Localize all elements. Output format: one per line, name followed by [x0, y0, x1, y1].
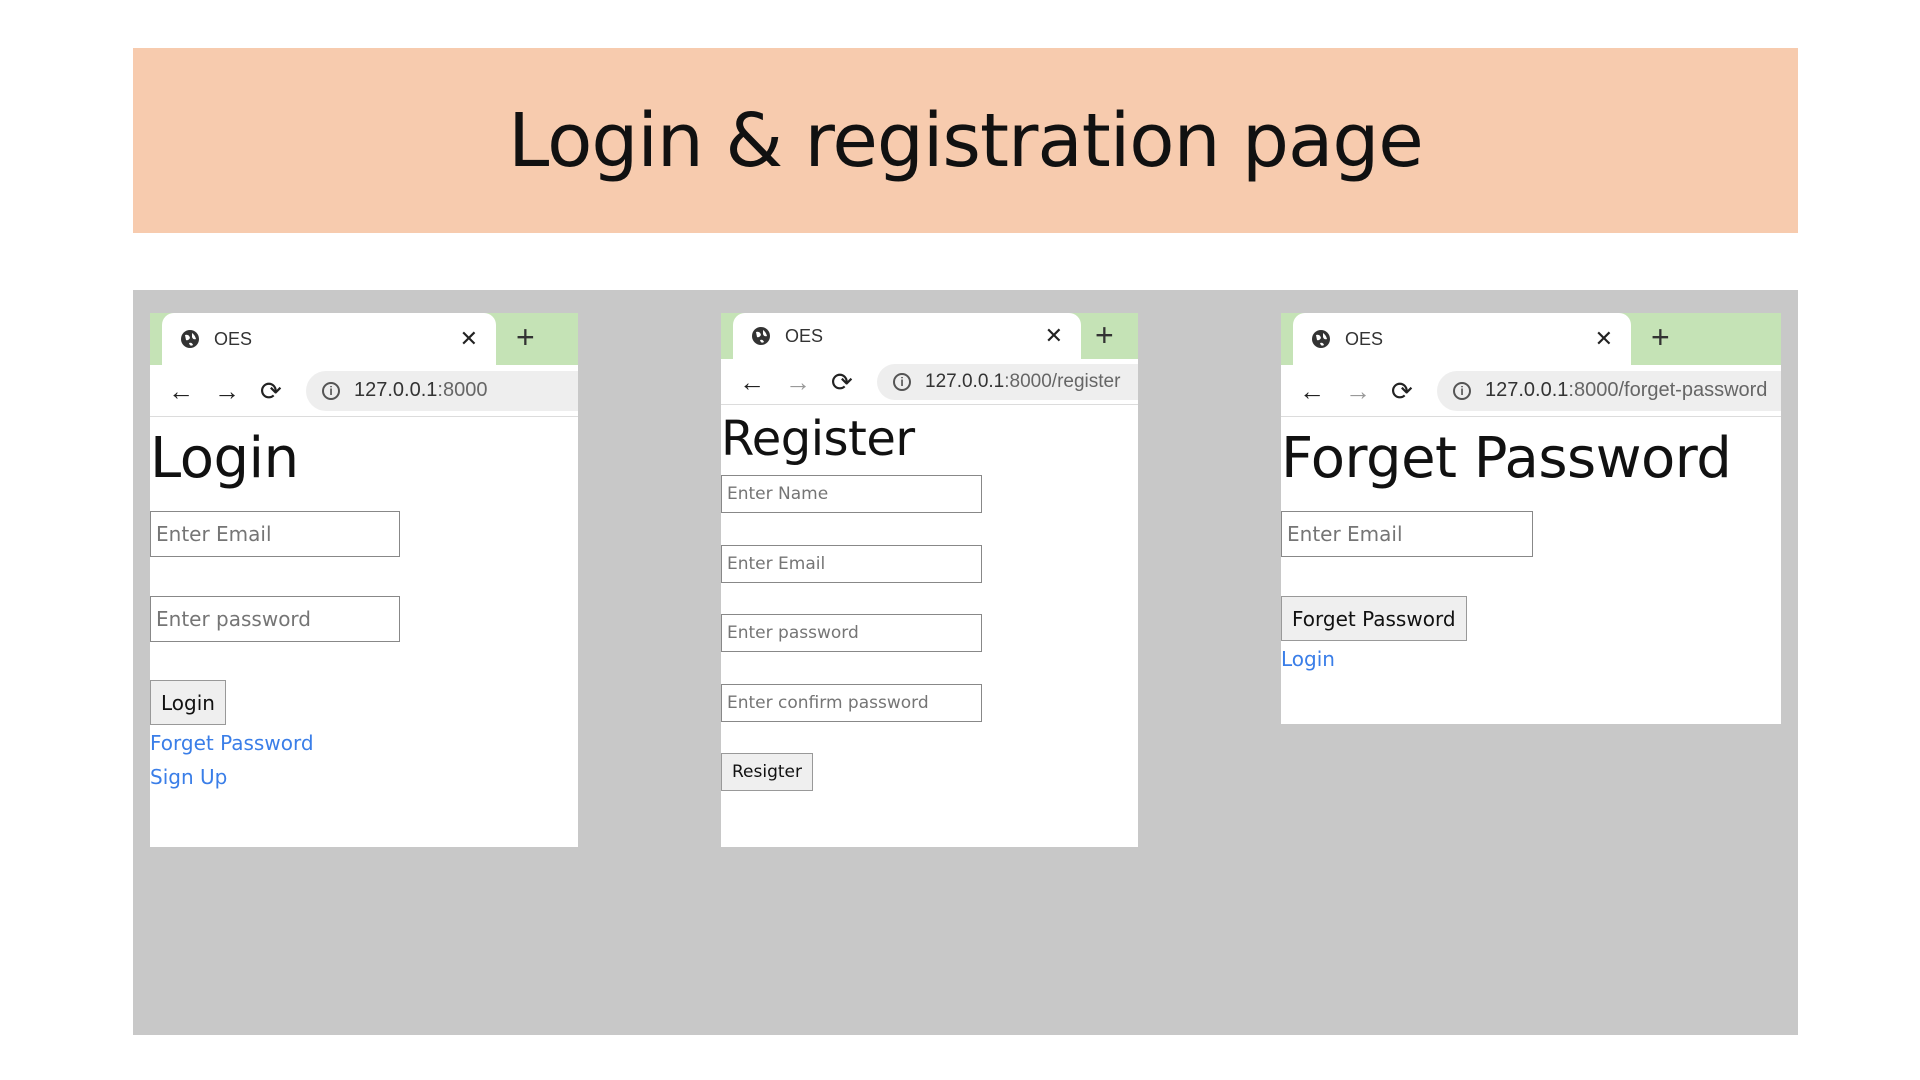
navigation-bar: ← → ⟳ i 127.0.0.1:8000/register — [721, 359, 1138, 405]
globe-icon — [1312, 330, 1330, 348]
login-link[interactable]: Login — [1281, 647, 1781, 671]
page-title: Forget Password — [1281, 426, 1732, 491]
tab-title: OES — [785, 325, 824, 346]
confirm-password-field[interactable] — [721, 684, 982, 722]
close-icon[interactable]: ✕ — [460, 326, 478, 352]
plus-icon[interactable]: + — [1651, 321, 1670, 353]
name-field[interactable] — [721, 475, 982, 513]
plus-icon[interactable]: + — [1095, 319, 1114, 351]
sign-up-link[interactable]: Sign Up — [150, 765, 578, 789]
url-host: 127.0.0.1 — [1485, 379, 1569, 401]
info-icon[interactable]: i — [322, 381, 340, 400]
forward-arrow-icon[interactable]: → — [785, 369, 831, 395]
close-icon[interactable]: ✕ — [1595, 326, 1613, 352]
back-arrow-icon[interactable]: ← — [168, 378, 214, 404]
back-arrow-icon[interactable]: ← — [1299, 378, 1345, 404]
page-content: Forget Password Forget Password Login — [1281, 427, 1781, 671]
slide-banner: Login & registration page — [133, 48, 1798, 233]
forget-password-button[interactable]: Forget Password — [1281, 596, 1467, 641]
password-field[interactable] — [721, 614, 982, 652]
page-title: Register — [721, 411, 915, 467]
url-path: :8000 — [437, 379, 488, 401]
page-title: Login — [150, 426, 299, 491]
address-bar[interactable]: i 127.0.0.1:8000/forget-password — [1437, 370, 1781, 411]
password-field[interactable] — [150, 596, 400, 642]
url-host: 127.0.0.1 — [925, 370, 1005, 392]
url-path: :8000/register — [1004, 370, 1121, 392]
url-path: :8000/forget-password — [1568, 379, 1768, 401]
register-button[interactable]: Resigter — [721, 753, 813, 791]
register-browser-window: OES ✕ + ← → ⟳ i 127.0.0.1:8000/register … — [721, 313, 1138, 847]
browser-tab[interactable]: OES ✕ — [162, 313, 496, 365]
login-button[interactable]: Login — [150, 680, 226, 725]
tab-title: OES — [1345, 328, 1384, 349]
reload-icon[interactable]: ⟳ — [831, 369, 877, 395]
navigation-bar: ← → ⟳ i 127.0.0.1:8000/forget-password — [1281, 365, 1781, 417]
screenshot-stage: OES ✕ + ← → ⟳ i 127.0.0.1:8000 Login Log… — [133, 290, 1798, 1035]
email-field[interactable] — [1281, 511, 1533, 557]
tab-bar: OES ✕ + — [150, 313, 578, 365]
navigation-bar: ← → ⟳ i 127.0.0.1:8000 — [150, 365, 578, 417]
tab-title: OES — [214, 328, 253, 349]
page-content: Register Resigter — [721, 411, 1138, 791]
login-browser-window: OES ✕ + ← → ⟳ i 127.0.0.1:8000 Login Log… — [150, 313, 578, 847]
forget-password-link[interactable]: Forget Password — [150, 731, 578, 755]
reload-icon[interactable]: ⟳ — [260, 378, 306, 404]
slide-title: Login & registration page — [508, 97, 1424, 184]
tab-bar: OES ✕ + — [721, 313, 1138, 359]
close-icon[interactable]: ✕ — [1045, 323, 1063, 349]
reload-icon[interactable]: ⟳ — [1391, 378, 1437, 404]
email-field[interactable] — [150, 511, 400, 557]
globe-icon — [181, 330, 199, 348]
browser-tab[interactable]: OES ✕ — [1293, 313, 1631, 365]
globe-icon — [752, 327, 770, 345]
address-bar[interactable]: i 127.0.0.1:8000 — [306, 370, 578, 411]
plus-icon[interactable]: + — [516, 321, 535, 353]
email-field[interactable] — [721, 545, 982, 583]
url-host: 127.0.0.1 — [354, 379, 438, 401]
page-content: Login Login Forget Password Sign Up — [150, 427, 578, 789]
forget-password-browser-window: OES ✕ + ← → ⟳ i 127.0.0.1:8000/forget-pa… — [1281, 313, 1781, 724]
address-bar[interactable]: i 127.0.0.1:8000/register — [877, 363, 1138, 400]
back-arrow-icon[interactable]: ← — [739, 369, 785, 395]
browser-tab[interactable]: OES ✕ — [733, 313, 1081, 359]
info-icon[interactable]: i — [893, 372, 911, 391]
forward-arrow-icon[interactable]: → — [214, 378, 260, 404]
forward-arrow-icon[interactable]: → — [1345, 378, 1391, 404]
info-icon[interactable]: i — [1453, 381, 1471, 400]
tab-bar: OES ✕ + — [1281, 313, 1781, 365]
